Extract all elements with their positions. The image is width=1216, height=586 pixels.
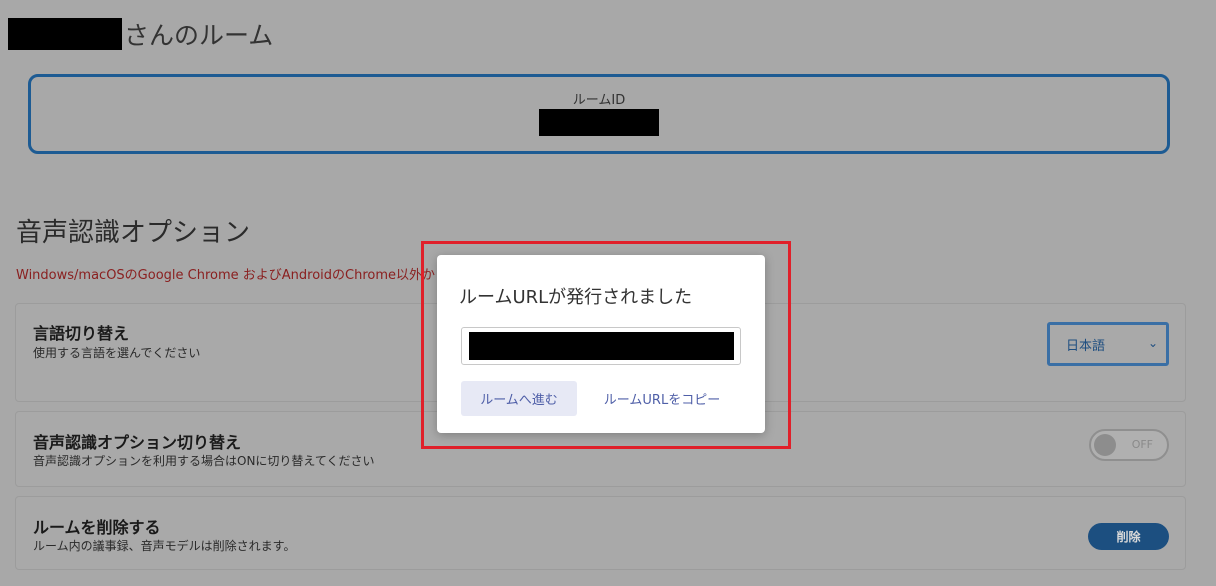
language-card-title: 言語切り替え [33, 324, 130, 343]
toggle-knob [1094, 434, 1116, 456]
section-title: 音声認識オプション [16, 218, 251, 248]
speech-toggle-title: 音声認識オプション切り替え [33, 433, 242, 452]
language-select-value: 日本語 [1066, 338, 1106, 354]
language-select[interactable]: 日本語 ⌄ [1047, 322, 1169, 366]
delete-room-desc: ルーム内の議事録、音声モデルは削除されます。 [33, 539, 296, 553]
room-title-suffix: さんのルーム [124, 21, 274, 50]
language-card-desc: 使用する言語を選んでください [33, 346, 201, 360]
room-id-label: ルームID [572, 93, 626, 108]
delete-room-title: ルームを削除する [33, 518, 161, 537]
delete-room-button[interactable]: 削除 [1088, 523, 1169, 550]
redacted-username [8, 18, 122, 50]
highlight-frame [421, 241, 791, 449]
room-id-box: ルームID [28, 74, 1170, 154]
speech-option-toggle[interactable]: OFF [1089, 429, 1169, 461]
delete-room-card: ルームを削除する ルーム内の議事録、音声モデルは削除されます。 削除 [15, 496, 1186, 570]
browser-warning: Windows/macOSのGoogle Chrome およびAndroidのC… [16, 268, 436, 283]
toggle-state-label: OFF [1131, 438, 1153, 451]
speech-toggle-desc: 音声認識オプションを利用する場合はONに切り替えてください [33, 454, 375, 468]
room-title: さんのルーム [8, 18, 273, 50]
redacted-room-id [539, 109, 659, 136]
chevron-down-icon: ⌄ [1147, 336, 1158, 350]
